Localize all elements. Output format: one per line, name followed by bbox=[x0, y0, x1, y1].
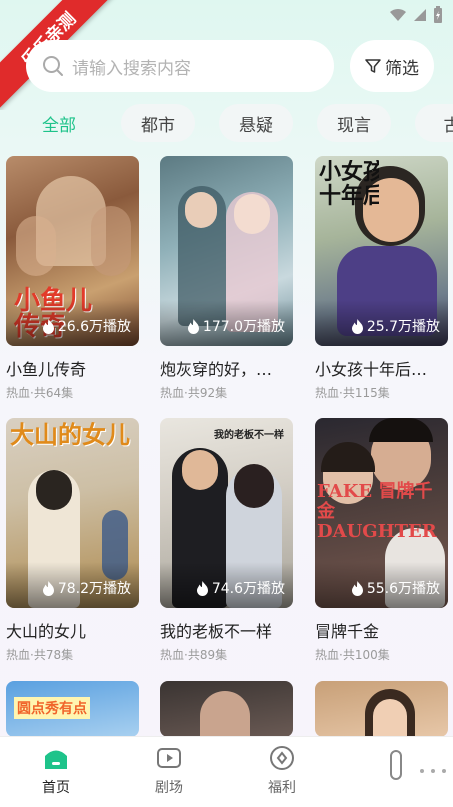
drama-poster[interactable]: 小鱼儿 传奇 26.6万播放 bbox=[6, 156, 139, 346]
drama-title: 冒牌千金 bbox=[315, 622, 380, 641]
nav-label: 首页 bbox=[42, 780, 70, 796]
nav-label: 剧场 bbox=[155, 780, 183, 796]
more-icon[interactable] bbox=[418, 761, 448, 785]
drama-poster[interactable]: 圆点秀有点 bbox=[6, 681, 139, 737]
drama-meta: 热血·共78集 bbox=[6, 648, 74, 662]
drama-card[interactable]: 圆点秀有点 bbox=[6, 681, 139, 737]
play-count: 25.7万播放 bbox=[351, 316, 440, 336]
status-icons bbox=[389, 6, 443, 24]
nav-theater[interactable]: 剧场 bbox=[139, 745, 199, 797]
tab-label: 全部 bbox=[42, 115, 76, 136]
drama-meta: 热血·共64集 bbox=[6, 386, 74, 400]
play-count-text: 177.0万播放 bbox=[202, 319, 285, 335]
tab-urban[interactable]: 都市 bbox=[121, 104, 195, 142]
play-count-text: 25.7万播放 bbox=[366, 319, 440, 335]
category-tabs: 全部 都市 悬疑 现言 古 bbox=[24, 104, 453, 144]
drama-meta: 热血·共100集 bbox=[315, 648, 390, 662]
drama-card[interactable]: 我的老板不一样 74.6万播放 我的老板不一样 热血·共89集 bbox=[160, 418, 293, 663]
play-count-text: 78.2万播放 bbox=[57, 581, 131, 597]
tab-label: 都市 bbox=[141, 115, 175, 136]
drama-card[interactable]: FAKE 冒牌千金 DAUGHTER 55.6万播放 冒牌千金 热血·共100集 bbox=[315, 418, 448, 663]
figure-icon bbox=[390, 750, 402, 780]
nav-home[interactable]: 首页 bbox=[26, 745, 86, 797]
battery-icon bbox=[434, 6, 442, 23]
tab-all[interactable]: 全部 bbox=[24, 104, 94, 142]
filter-label: 筛选 bbox=[385, 58, 419, 79]
fire-icon bbox=[351, 580, 363, 596]
nav-label: 福利 bbox=[268, 780, 296, 796]
search-placeholder: 请输入搜索内容 bbox=[72, 58, 191, 79]
drama-poster[interactable]: 小女孩 十年后报恩 25.7万播放 bbox=[315, 156, 448, 346]
drama-poster[interactable] bbox=[315, 681, 448, 737]
fire-icon bbox=[196, 580, 208, 596]
search-icon bbox=[43, 56, 63, 76]
signal-icon bbox=[414, 9, 426, 21]
drama-meta: 热血·共115集 bbox=[315, 386, 390, 400]
play-count: 78.2万播放 bbox=[42, 578, 131, 598]
gift-icon bbox=[270, 746, 294, 770]
filter-button[interactable]: 筛选 bbox=[350, 40, 434, 92]
play-count: 177.0万播放 bbox=[187, 316, 285, 336]
home-icon bbox=[45, 750, 67, 769]
drama-card[interactable]: 大山的女儿 78.2万播放 大山的女儿 热血·共78集 bbox=[6, 418, 139, 663]
play-count: 26.6万播放 bbox=[42, 316, 131, 336]
drama-poster[interactable]: 177.0万播放 bbox=[160, 156, 293, 346]
tab-label: 悬疑 bbox=[239, 115, 273, 136]
search-input[interactable]: 请输入搜索内容 bbox=[26, 40, 334, 92]
drama-meta: 热血·共89集 bbox=[160, 648, 228, 662]
tab-label: 古 bbox=[443, 115, 453, 136]
drama-title: 大山的女儿 bbox=[6, 622, 87, 641]
drama-card[interactable]: 177.0万播放 炮灰穿的好，… 热血·共92集 bbox=[160, 156, 293, 401]
nav-rewards[interactable]: 福利 bbox=[252, 745, 312, 797]
tab-ancient[interactable]: 古 bbox=[415, 104, 453, 142]
drama-poster[interactable]: 我的老板不一样 74.6万播放 bbox=[160, 418, 293, 608]
tab-modern-romance[interactable]: 现言 bbox=[317, 104, 391, 142]
play-icon bbox=[157, 748, 181, 768]
poster-title-art: 我的老板不一样 bbox=[214, 430, 284, 441]
play-count: 74.6万播放 bbox=[196, 578, 285, 598]
fire-icon bbox=[187, 318, 199, 334]
drama-poster[interactable]: 大山的女儿 78.2万播放 bbox=[6, 418, 139, 608]
fire-icon bbox=[42, 318, 54, 334]
drama-card[interactable] bbox=[315, 681, 448, 737]
poster-title-art: 大山的女儿 bbox=[10, 420, 130, 449]
drama-title: 炮灰穿的好，… bbox=[160, 360, 273, 379]
drama-meta: 热血·共92集 bbox=[160, 386, 228, 400]
dots-icon bbox=[420, 769, 446, 773]
drama-title: 我的老板不一样 bbox=[160, 622, 273, 641]
tab-suspense[interactable]: 悬疑 bbox=[219, 104, 293, 142]
drama-card[interactable] bbox=[160, 681, 293, 737]
wifi-icon bbox=[390, 8, 406, 21]
drama-title: 小鱼儿传奇 bbox=[6, 360, 87, 379]
fire-icon bbox=[42, 580, 54, 596]
drama-poster[interactable] bbox=[160, 681, 293, 737]
drama-title: 小女孩十年后… bbox=[315, 360, 428, 379]
profile-icon[interactable] bbox=[386, 749, 406, 787]
poster-title-art: FAKE 冒牌千金 DAUGHTER bbox=[317, 481, 437, 542]
play-count-text: 55.6万播放 bbox=[366, 581, 440, 597]
play-count-text: 74.6万播放 bbox=[211, 581, 285, 597]
bottom-navigation: 首页 剧场 福利 bbox=[0, 736, 453, 807]
play-count-text: 26.6万播放 bbox=[57, 319, 131, 335]
poster-title-art: 圆点秀有点 bbox=[14, 697, 90, 719]
drama-card[interactable]: 小女孩 十年后报恩 25.7万播放 小女孩十年后… 热血·共115集 bbox=[315, 156, 448, 401]
filter-icon bbox=[365, 59, 381, 73]
play-count: 55.6万播放 bbox=[351, 578, 440, 598]
drama-card[interactable]: 小鱼儿 传奇 26.6万播放 小鱼儿传奇 热血·共64集 bbox=[6, 156, 139, 401]
drama-poster[interactable]: FAKE 冒牌千金 DAUGHTER 55.6万播放 bbox=[315, 418, 448, 608]
poster-title-art: 小女孩 十年后报恩 bbox=[319, 160, 379, 209]
fire-icon bbox=[351, 318, 363, 334]
tab-label: 现言 bbox=[337, 115, 371, 136]
